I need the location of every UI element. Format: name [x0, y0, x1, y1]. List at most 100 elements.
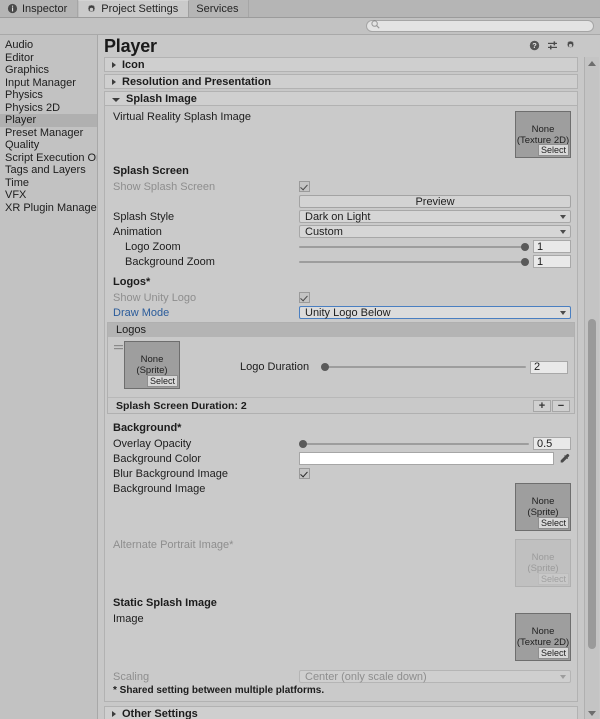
splash-style-value: Dark on Light [305, 211, 370, 223]
settings-sidebar[interactable]: Audio Editor Graphics Input Manager Phys… [0, 35, 98, 719]
sidebar-item-editor[interactable]: Editor [0, 52, 97, 65]
scaling-dropdown: Center (only scale down) [299, 670, 571, 683]
static-image-object-field[interactable]: None (Texture 2D) Select [515, 613, 571, 661]
sidebar-item-physics-2d[interactable]: Physics 2D [0, 102, 97, 115]
sidebar-item-graphics[interactable]: Graphics [0, 64, 97, 77]
row-animation: Animation Custom [105, 224, 577, 239]
blur-background-image-checkbox[interactable] [299, 468, 310, 479]
slider-knob[interactable] [521, 243, 529, 251]
scroll-up-arrow-icon[interactable] [588, 57, 596, 69]
show-splash-screen-checkbox[interactable] [299, 181, 310, 192]
preset-icon[interactable] [547, 40, 558, 54]
overlay-opacity-value-field[interactable]: 0.5 [533, 437, 571, 450]
sidebar-item-time[interactable]: Time [0, 177, 97, 190]
animation-dropdown[interactable]: Custom [299, 225, 571, 238]
background-zoom-value-field[interactable]: 1 [533, 255, 571, 268]
sidebar-item-quality[interactable]: Quality [0, 139, 97, 152]
logo-duration-slider[interactable] [321, 361, 526, 374]
remove-logo-button[interactable]: − [552, 400, 570, 412]
sidebar-item-label: Preset Manager [5, 127, 83, 139]
sidebar-item-label: Quality [5, 139, 39, 151]
settings-scroll-area: Icon Resolution and Presentation Splash … [98, 57, 600, 719]
overlay-opacity-slider[interactable] [299, 437, 529, 450]
select-button[interactable]: Select [538, 517, 569, 529]
logo-sprite-object-field[interactable]: None (Sprite) Select [124, 341, 180, 389]
background-image-label: Background Image [113, 483, 299, 495]
chevron-right-icon [112, 711, 116, 717]
static-splash-image-header: Static Splash Image [105, 595, 577, 611]
logos-list: Logos None (Sprite) Select [107, 322, 575, 414]
foldout-splash-image[interactable]: Splash Image [104, 91, 578, 106]
sidebar-item-player[interactable]: Player [0, 114, 97, 127]
sidebar-item-label: Input Manager [5, 77, 76, 89]
search-input[interactable] [366, 20, 594, 32]
tab-services[interactable]: Services [189, 0, 249, 17]
chevron-down-icon [560, 230, 566, 234]
vr-splash-image-object-field[interactable]: None (Texture 2D) Select [515, 111, 571, 158]
sidebar-item-label: Tags and Layers [5, 164, 86, 176]
sidebar-item-tags-and-layers[interactable]: Tags and Layers [0, 164, 97, 177]
settings-gear-icon[interactable] [565, 40, 576, 54]
sidebar-item-label: Physics 2D [5, 102, 60, 114]
row-splash-style: Splash Style Dark on Light [105, 209, 577, 224]
show-unity-logo-checkbox[interactable] [299, 292, 310, 303]
logo-duration-value-field[interactable]: 2 [530, 361, 568, 374]
svg-text:?: ? [532, 41, 537, 50]
draw-mode-dropdown[interactable]: Unity Logo Below [299, 306, 571, 319]
logo-zoom-value-field[interactable]: 1 [533, 240, 571, 253]
row-show-splash-screen: Show Splash Screen [105, 179, 577, 194]
slider-knob[interactable] [321, 363, 329, 371]
slider-knob[interactable] [299, 440, 307, 448]
sidebar-item-vfx[interactable]: VFX [0, 189, 97, 202]
help-icon[interactable]: ? [529, 40, 540, 54]
sidebar-item-script-execution-order[interactable]: Script Execution Order [0, 152, 97, 165]
search-strip [0, 18, 600, 35]
row-draw-mode: Draw Mode Unity Logo Below [105, 305, 577, 320]
preview-button[interactable]: Preview [299, 195, 571, 208]
splash-style-dropdown[interactable]: Dark on Light [299, 210, 571, 223]
sidebar-item-label: Editor [5, 52, 34, 64]
settings-split: Audio Editor Graphics Input Manager Phys… [0, 35, 600, 719]
eyedropper-icon[interactable] [558, 453, 571, 464]
sidebar-item-input-manager[interactable]: Input Manager [0, 77, 97, 90]
foldout-icon[interactable]: Icon [104, 57, 578, 72]
vertical-scrollbar[interactable] [584, 57, 599, 719]
background-zoom-slider[interactable] [299, 255, 529, 268]
player-settings-content: Icon Resolution and Presentation Splash … [104, 57, 578, 719]
editor-tab-bar: Inspector Project Settings Services [0, 0, 600, 18]
logo-zoom-slider[interactable] [299, 240, 529, 253]
gear-icon [86, 4, 97, 15]
select-button[interactable]: Select [538, 647, 569, 659]
foldout-resolution-and-presentation[interactable]: Resolution and Presentation [104, 74, 578, 89]
sidebar-item-preset-manager[interactable]: Preset Manager [0, 127, 97, 140]
scrollbar-track[interactable] [585, 69, 599, 707]
object-value: None [141, 354, 164, 365]
add-logo-button[interactable]: + [533, 400, 551, 412]
row-preview: Preview [105, 194, 577, 209]
sidebar-item-physics[interactable]: Physics [0, 89, 97, 102]
background-zoom-value: 1 [537, 256, 543, 268]
logos-list-footer: Splash Screen Duration: 2 + − [108, 397, 574, 413]
foldout-other-settings[interactable]: Other Settings [104, 706, 578, 719]
tab-project-settings[interactable]: Project Settings [78, 0, 189, 17]
object-value: None [532, 496, 555, 507]
background-color-swatch[interactable] [299, 452, 554, 465]
draw-mode-label[interactable]: Draw Mode [113, 307, 299, 319]
sidebar-item-audio[interactable]: Audio [0, 39, 97, 52]
sidebar-item-xr-plugin-management[interactable]: XR Plugin Management [0, 202, 97, 215]
logo-zoom-value: 1 [537, 241, 543, 253]
scroll-down-arrow-icon[interactable] [588, 707, 596, 719]
row-show-unity-logo: Show Unity Logo [105, 290, 577, 305]
row-background-zoom: Background Zoom 1 [105, 254, 577, 269]
foldout-icon-label: Icon [122, 59, 145, 71]
chevron-down-icon [560, 311, 566, 315]
select-button[interactable]: Select [147, 375, 178, 387]
slider-knob[interactable] [521, 258, 529, 266]
drag-handle-icon[interactable] [114, 341, 124, 393]
scrollbar-thumb[interactable] [588, 319, 596, 649]
row-vr-splash-image: Virtual Reality Splash Image None (Textu… [105, 106, 577, 163]
animation-value: Custom [305, 226, 343, 238]
select-button[interactable]: Select [538, 144, 569, 156]
tab-inspector[interactable]: Inspector [0, 0, 78, 17]
background-image-object-field[interactable]: None (Sprite) Select [515, 483, 571, 531]
